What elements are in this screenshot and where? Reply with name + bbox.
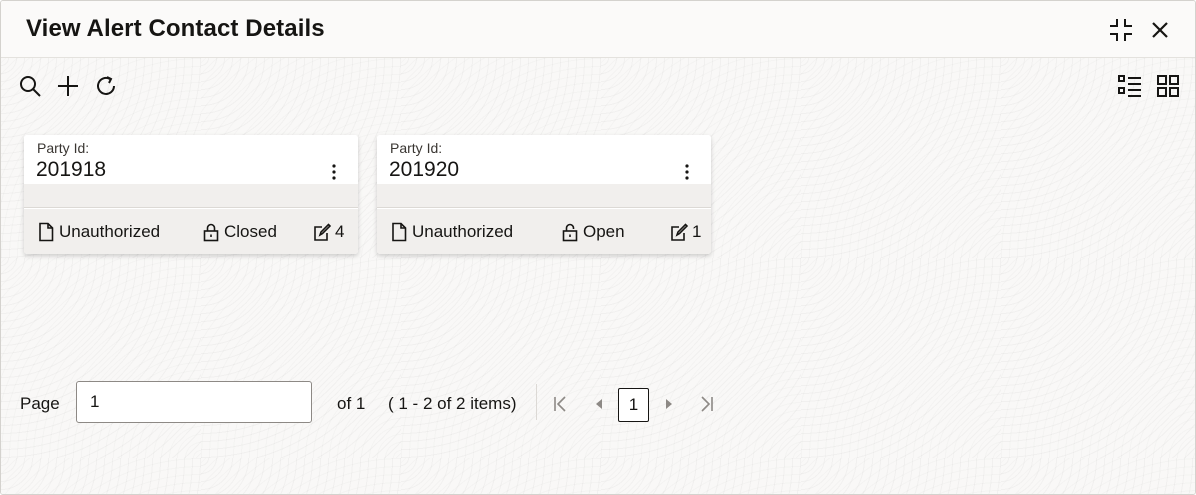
page-label: Page bbox=[20, 394, 60, 413]
card-header: Party Id: 201920 bbox=[377, 135, 711, 184]
item-range-text: ( 1 - 2 of 2 items) bbox=[388, 394, 517, 413]
lock-open-icon bbox=[562, 223, 578, 242]
refresh-icon[interactable] bbox=[93, 73, 119, 99]
kebab-menu-icon[interactable] bbox=[679, 163, 695, 181]
current-page-button[interactable]: 1 bbox=[618, 388, 649, 422]
page-title: View Alert Contact Details bbox=[26, 15, 325, 42]
edit-icon bbox=[314, 223, 331, 241]
card-header: Party Id: 201918 bbox=[24, 135, 358, 184]
edit-count-indicator: 1 bbox=[670, 221, 701, 243]
lock-closed-icon bbox=[203, 223, 219, 242]
party-id-value: 201920 bbox=[389, 158, 460, 181]
pagination-bar: Page of 1 ( 1 - 2 of 2 items) 1 bbox=[1, 381, 1195, 425]
document-icon bbox=[392, 222, 407, 242]
party-card[interactable]: Party Id: 201920 Unauthorized Open 1 bbox=[377, 135, 711, 254]
card-divider-band bbox=[377, 184, 711, 208]
edit-count-indicator: 4 bbox=[313, 221, 344, 243]
status-indicator: Unauthorized bbox=[390, 221, 513, 243]
card-footer: Unauthorized Open 1 bbox=[377, 209, 711, 254]
lock-indicator: Closed bbox=[202, 221, 277, 243]
party-id-label: Party Id: bbox=[390, 140, 443, 156]
page-total-text: of 1 bbox=[337, 394, 366, 413]
lock-text: Closed bbox=[224, 222, 277, 241]
card-divider-band bbox=[24, 184, 358, 208]
document-icon bbox=[39, 222, 54, 242]
edit-count: 1 bbox=[692, 222, 702, 241]
card-footer: Unauthorized Closed 4 bbox=[24, 209, 358, 254]
background-pattern bbox=[1, 58, 1195, 494]
dialog-window: View Alert Contact Details Party Id: 201… bbox=[0, 0, 1196, 495]
lock-text: Open bbox=[583, 222, 625, 241]
pagination-divider bbox=[536, 384, 537, 420]
kebab-menu-icon[interactable] bbox=[326, 163, 342, 181]
previous-page-icon[interactable] bbox=[590, 393, 610, 415]
last-page-icon[interactable] bbox=[697, 393, 717, 415]
page-number-input[interactable] bbox=[76, 381, 312, 423]
next-page-icon[interactable] bbox=[659, 393, 679, 415]
edit-count: 4 bbox=[335, 222, 345, 241]
compress-icon[interactable] bbox=[1108, 17, 1134, 43]
list-view-icon[interactable] bbox=[1117, 73, 1143, 99]
status-text: Unauthorized bbox=[59, 222, 161, 241]
first-page-icon[interactable] bbox=[550, 393, 570, 415]
edit-icon bbox=[671, 223, 688, 241]
plus-icon[interactable] bbox=[55, 73, 81, 99]
search-icon[interactable] bbox=[17, 73, 43, 99]
lock-indicator: Open bbox=[561, 221, 625, 243]
party-card[interactable]: Party Id: 201918 Unauthorized Closed 4 bbox=[24, 135, 358, 254]
status-indicator: Unauthorized bbox=[37, 221, 160, 243]
party-id-label: Party Id: bbox=[37, 140, 90, 156]
close-icon[interactable] bbox=[1147, 17, 1173, 43]
grid-view-icon[interactable] bbox=[1155, 73, 1181, 99]
party-id-value: 201918 bbox=[36, 158, 107, 181]
status-text: Unauthorized bbox=[412, 222, 514, 241]
titlebar: View Alert Contact Details bbox=[1, 1, 1195, 58]
